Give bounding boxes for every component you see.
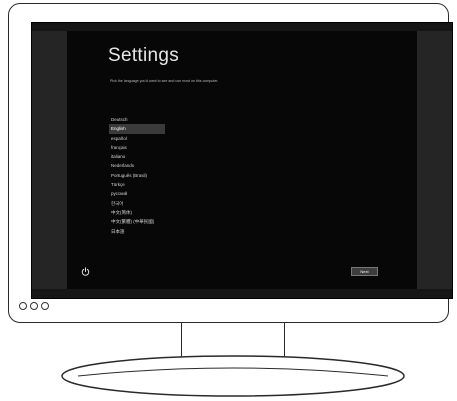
language-option-italiano[interactable]: italiano [109, 152, 165, 161]
language-option-japanese[interactable]: 日本語 [109, 227, 165, 236]
next-button[interactable]: Next [351, 267, 378, 276]
language-option-chinese-traditional[interactable]: 中文(繁體) (中華民國) [109, 217, 165, 226]
language-option-russian[interactable]: русский [109, 189, 165, 198]
language-option-english[interactable]: English [109, 124, 165, 134]
page-subtitle: Pick the language you'd want to see and … [110, 79, 219, 83]
indicator-light-icon [19, 302, 27, 310]
right-side-panel [417, 31, 452, 291]
language-option-korean[interactable]: 한국어 [109, 199, 165, 208]
language-option-nederlands[interactable]: Nederlands [109, 161, 165, 170]
monitor-bezel: Settings Pick the language you'd want to… [31, 22, 453, 299]
indicator-light-icon [30, 302, 38, 310]
bezel-bottom-bar [32, 289, 452, 298]
page-title: Settings [108, 45, 180, 66]
power-icon[interactable] [81, 267, 90, 276]
language-option-turkce[interactable]: Türkçe [109, 180, 165, 189]
language-option-chinese-simplified[interactable]: 中文(简体) [109, 208, 165, 217]
setup-screen: Settings Pick the language you'd want to… [67, 31, 417, 291]
monitor-frame: Settings Pick the language you'd want to… [8, 3, 453, 323]
language-list: Deutsch English español français italian… [109, 115, 165, 236]
indicator-lights [19, 302, 49, 310]
language-option-espanol[interactable]: español [109, 134, 165, 143]
language-option-portugues[interactable]: Português (Brasil) [109, 171, 165, 180]
language-option-francais[interactable]: français [109, 143, 165, 152]
monitor-base [61, 355, 405, 397]
indicator-light-icon [41, 302, 49, 310]
left-side-panel [32, 31, 67, 291]
language-option-deutsch[interactable]: Deutsch [109, 115, 165, 124]
